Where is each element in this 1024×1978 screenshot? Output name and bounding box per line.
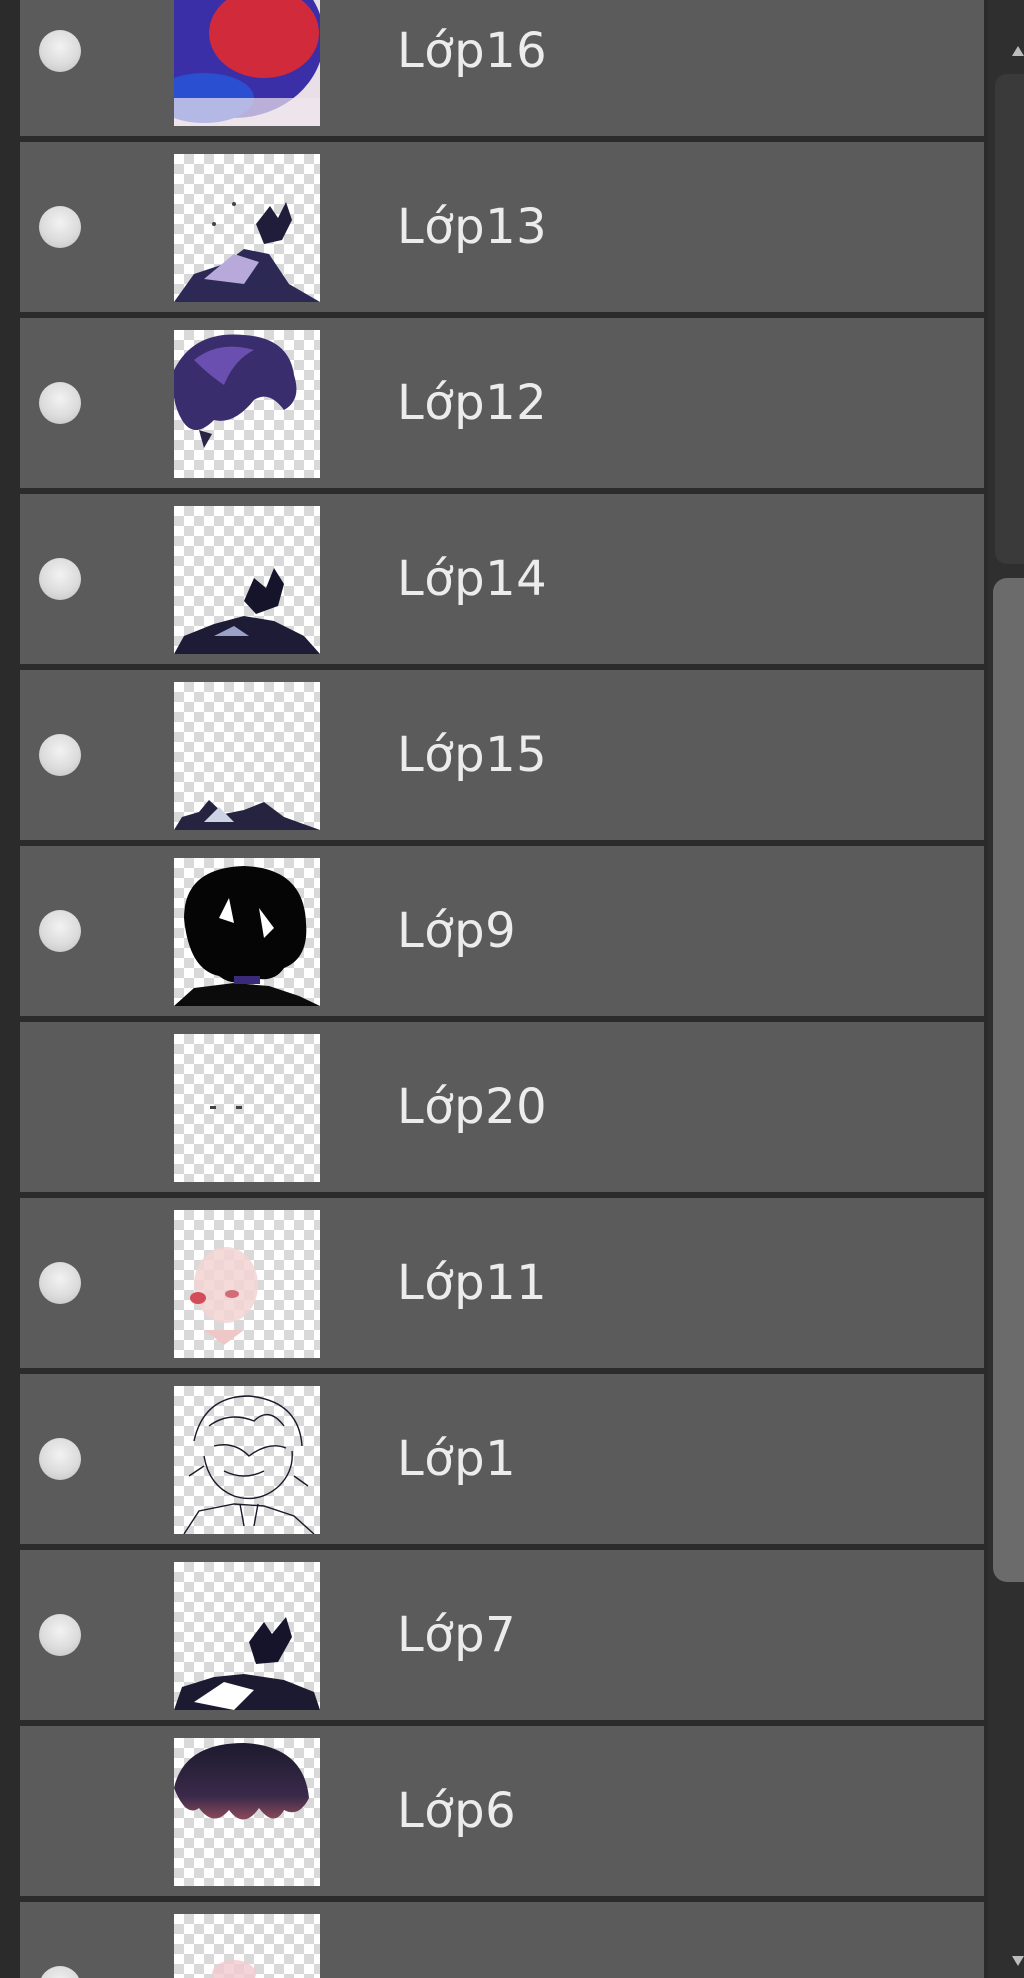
layer-thumbnail xyxy=(174,858,320,1006)
visibility-toggle-icon[interactable] xyxy=(39,558,81,600)
visibility-toggle-icon[interactable] xyxy=(39,1438,81,1480)
layer-name-label: Lớp1 xyxy=(397,1431,517,1487)
layer-thumbnail xyxy=(174,1210,320,1358)
layer-thumbnail xyxy=(174,1562,320,1710)
layer-row-lop20[interactable]: Lớp20 xyxy=(20,1022,984,1192)
layer-row-lop14[interactable]: Lớp14 xyxy=(20,494,984,664)
layer-row-lop1[interactable]: Lớp1 xyxy=(20,1374,984,1544)
layer-thumbnail xyxy=(174,154,320,302)
layer-row-lop12[interactable]: Lớp12 xyxy=(20,318,984,488)
visibility-toggle-icon[interactable] xyxy=(39,30,81,72)
layer-thumbnail xyxy=(174,1386,320,1534)
layer-row-partial[interactable] xyxy=(20,1902,984,1978)
layer-thumbnail xyxy=(174,1034,320,1182)
layer-row-lop9[interactable]: Lớp9 xyxy=(20,846,984,1016)
layer-name-label: Lớp11 xyxy=(397,1255,548,1311)
layer-row-lop7[interactable]: Lớp7 xyxy=(20,1550,984,1720)
scrollbar-upper-track[interactable] xyxy=(995,74,1024,564)
layer-name-label: Lớp12 xyxy=(397,375,548,431)
scroll-down-arrow-icon[interactable] xyxy=(1012,1956,1024,1966)
visibility-toggle-icon[interactable] xyxy=(39,1614,81,1656)
layer-name-label: Lớp13 xyxy=(397,199,548,255)
layer-thumbnail xyxy=(174,0,320,126)
layer-thumbnail xyxy=(174,506,320,654)
layer-thumbnail xyxy=(174,330,320,478)
visibility-toggle-icon[interactable] xyxy=(39,1262,81,1304)
visibility-toggle-icon[interactable] xyxy=(39,734,81,776)
visibility-toggle-icon[interactable] xyxy=(39,910,81,952)
layer-row-lop13[interactable]: Lớp13 xyxy=(20,142,984,312)
layer-thumbnail xyxy=(174,1914,320,1978)
layer-row-lop16[interactable]: Lớp16 xyxy=(20,0,984,136)
layer-name-label: Lớp14 xyxy=(397,551,548,607)
scrollbar-thumb[interactable] xyxy=(993,578,1024,1582)
layer-name-label: Lớp9 xyxy=(397,903,517,959)
scroll-up-arrow-icon[interactable] xyxy=(1012,46,1024,56)
layer-thumbnail xyxy=(174,1738,320,1886)
layer-name-label: Lớp6 xyxy=(397,1783,517,1839)
layer-row-lop15[interactable]: Lớp15 xyxy=(20,670,984,840)
layer-name-label: Lớp16 xyxy=(397,23,548,79)
layers-panel: Lớp16 Lớp13 Lớp12 Lớp14 Lớp15 Lớp9 Lớp20… xyxy=(0,0,1024,1978)
layer-row-lop11[interactable]: Lớp11 xyxy=(20,1198,984,1368)
layer-name-label: Lớp7 xyxy=(397,1607,517,1663)
visibility-toggle-icon[interactable] xyxy=(39,206,81,248)
visibility-toggle-icon[interactable] xyxy=(39,1966,81,1978)
layer-thumbnail xyxy=(174,682,320,830)
layer-name-label: Lớp15 xyxy=(397,727,548,783)
layer-row-lop6[interactable]: Lớp6 xyxy=(20,1726,984,1896)
layer-name-label: Lớp20 xyxy=(397,1079,548,1135)
visibility-toggle-icon[interactable] xyxy=(39,382,81,424)
